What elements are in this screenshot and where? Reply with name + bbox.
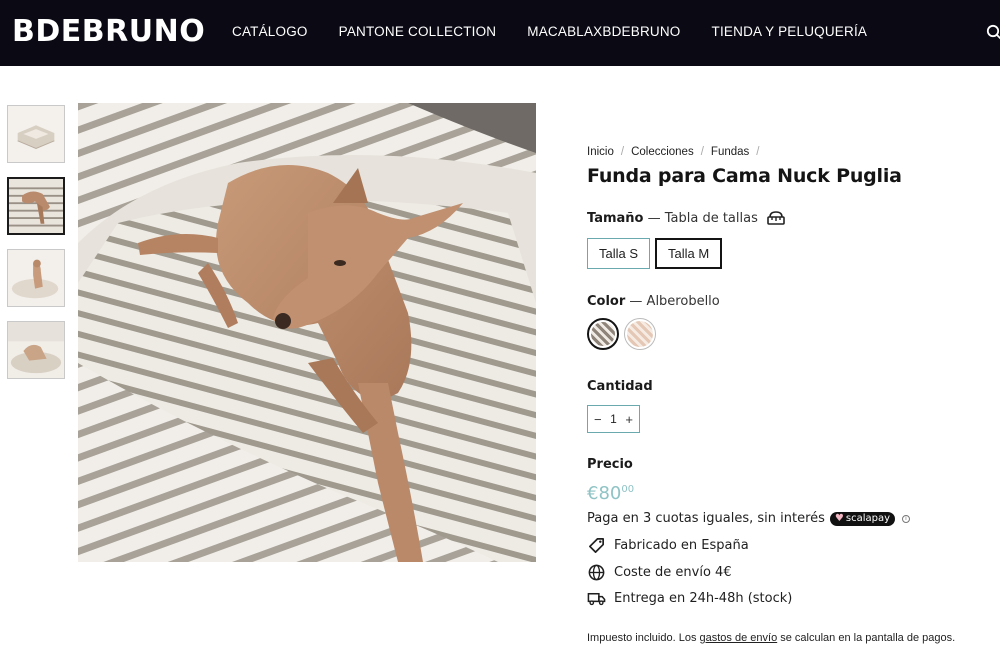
heart-icon: ♥ — [834, 513, 844, 524]
swatch-pink[interactable] — [624, 318, 656, 350]
main-product-image[interactable] — [78, 103, 536, 562]
size-label-row: Tamaño — Tabla de tallas — [587, 211, 785, 226]
nav-pantone-collection[interactable]: PANTONE COLLECTION — [339, 24, 497, 39]
search-icon[interactable] — [986, 24, 1000, 40]
color-dash: — — [625, 294, 647, 309]
size-dash: — — [643, 211, 665, 226]
price-value: €8000 — [587, 483, 635, 504]
breadcrumb-separator: / — [700, 146, 704, 158]
size-guide-link[interactable]: Tabla de tallas — [665, 211, 758, 226]
feature-shipping-cost: Coste de envío 4€ — [587, 563, 732, 582]
globe-icon — [588, 564, 605, 581]
feature-text: Entrega en 24h-48h (stock) — [614, 591, 793, 606]
quantity-stepper: − 1 + — [587, 405, 640, 433]
breadcrumb-separator: / — [620, 146, 625, 158]
feature-made-in-spain: Fabricado en España — [587, 536, 749, 555]
nav-macablaxbdebruno[interactable]: MACABLAXBDEBRUNO — [527, 24, 680, 39]
feature-delivery: Entrega en 24h-48h (stock) — [587, 589, 792, 608]
thumbnail-3[interactable] — [7, 249, 65, 307]
quantity-label: Cantidad — [587, 379, 653, 394]
info-icon[interactable]: i — [902, 514, 911, 523]
quantity-plus-button[interactable]: + — [625, 412, 633, 427]
tag-icon — [588, 537, 605, 554]
main-nav: CATÁLOGO PANTONE COLLECTION MACABLAXBDEB… — [232, 24, 898, 39]
price-cents: 00 — [621, 484, 635, 495]
scalapay-badge: ♥ scalapay — [829, 511, 896, 526]
thumbnail-4[interactable] — [7, 321, 65, 379]
size-options: Talla S Talla M — [587, 238, 723, 269]
installments-text: Paga en 3 cuotas iguales, sin interés — [587, 511, 825, 526]
size-option-s[interactable]: Talla S — [587, 238, 651, 269]
price-label: Precio — [587, 457, 633, 472]
ruler-icon[interactable] — [767, 211, 785, 225]
quantity-value[interactable]: 1 — [610, 412, 617, 426]
site-header: BDEBRUNO CATÁLOGO PANTONE COLLECTION MAC… — [0, 0, 1000, 66]
color-swatches — [587, 318, 656, 350]
product-title: Funda para Cama Nuck Puglia — [587, 165, 902, 187]
breadcrumb-separator: / — [756, 146, 760, 158]
color-selected-value: Alberobello — [646, 294, 720, 309]
tax-note: Impuesto incluido. Los gastos de envío s… — [587, 632, 956, 644]
size-label: Tamaño — [587, 211, 644, 226]
breadcrumb-fundas[interactable]: Fundas — [711, 146, 749, 158]
breadcrumb-colecciones[interactable]: Colecciones — [631, 146, 694, 158]
shipping-costs-link[interactable]: gastos de envío — [700, 632, 778, 644]
truck-icon — [587, 592, 606, 606]
thumbnail-1[interactable] — [7, 105, 65, 163]
swatch-alberobello[interactable] — [587, 318, 619, 350]
nav-tienda-peluqueria[interactable]: TIENDA Y PELUQUERÍA — [712, 24, 868, 39]
thumbnail-2[interactable] — [7, 177, 65, 235]
size-option-m[interactable]: Talla M — [655, 238, 723, 269]
site-logo[interactable]: BDEBRUNO — [12, 14, 205, 49]
feature-text: Coste de envío 4€ — [614, 565, 732, 580]
installments-row: Paga en 3 cuotas iguales, sin interés ♥ s… — [587, 511, 911, 526]
feature-text: Fabricado en España — [614, 538, 749, 553]
nav-catalogo[interactable]: CATÁLOGO — [232, 24, 308, 39]
color-label: Color — [587, 294, 626, 309]
breadcrumb-inicio[interactable]: Inicio — [587, 146, 614, 158]
quantity-minus-button[interactable]: − — [594, 412, 602, 427]
color-label-row: Color — Alberobello — [587, 294, 720, 309]
breadcrumb: Inicio / Colecciones / Fundas / — [587, 146, 766, 158]
